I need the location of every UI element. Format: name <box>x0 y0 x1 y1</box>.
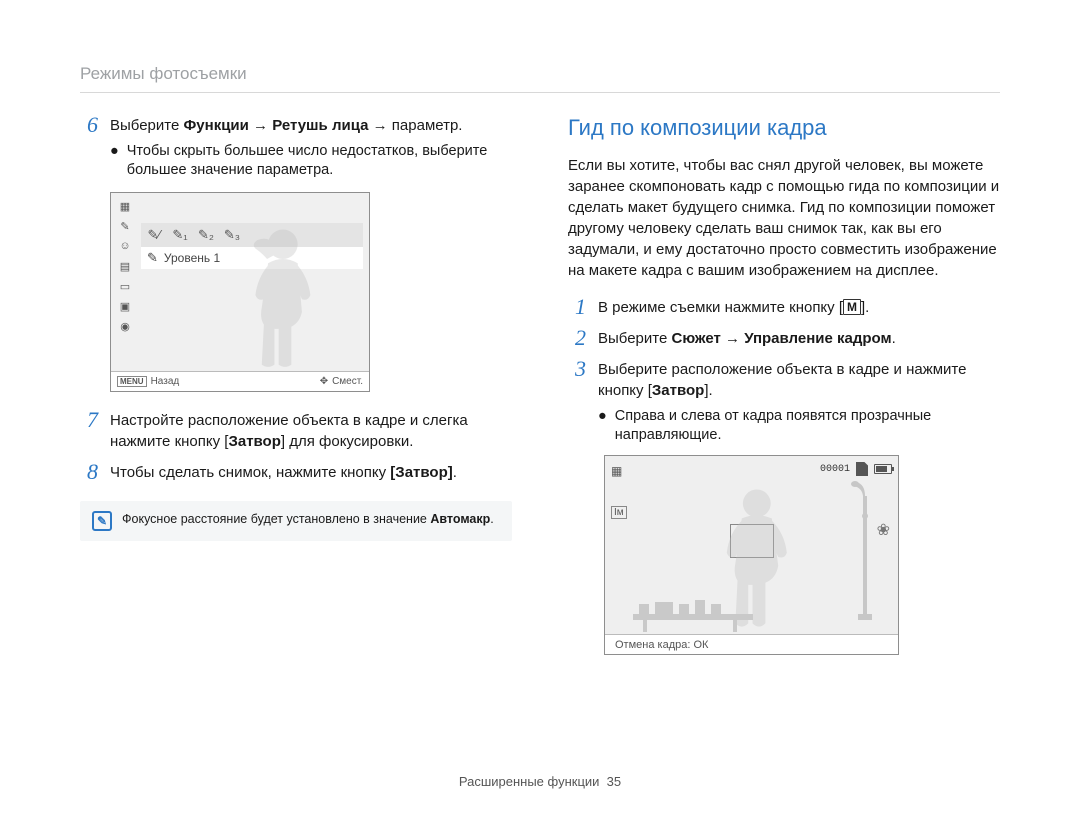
wb-icon: ▭ <box>115 277 135 295</box>
step-number: 6 <box>80 115 98 180</box>
sd-card-icon <box>856 462 868 476</box>
size-icon: Iм <box>611 506 627 519</box>
left-column: 6 Выберите Функции → Ретушь лица → парам… <box>80 115 512 655</box>
menu-move-label: Смест. <box>332 376 363 387</box>
divider <box>80 92 1000 93</box>
step-1: 1 В режиме съемки нажмите кнопку [M]. <box>568 297 1000 318</box>
step-body: Выберите Сюжет → Управление кадром. <box>598 328 1000 349</box>
step-8: 8 Чтобы сделать снимок, нажмите кнопку [… <box>80 462 512 483</box>
text: ]. <box>861 299 869 316</box>
frame-icon: ▣ <box>115 297 135 315</box>
text: Фокусное расстояние будет установлено в … <box>122 512 430 526</box>
brush-off-icon: ✎∕ <box>141 225 167 245</box>
note-text: Фокусное расстояние будет установлено в … <box>122 511 494 527</box>
step-body: Чтобы сделать снимок, нажмите кнопку [За… <box>110 462 512 483</box>
menu-move: ✥ Смест. <box>320 376 363 387</box>
dpad-icon: ✥ <box>320 376 328 387</box>
step-2: 2 Выберите Сюжет → Управление кадром. <box>568 328 1000 349</box>
step-number: 1 <box>568 297 586 318</box>
top-right-status: 00001 <box>820 462 892 476</box>
section-title: Режимы фотосъемки <box>80 64 1000 84</box>
timer-icon: ◉ <box>115 317 135 335</box>
note-box: ✎ Фокусное расстояние будет установлено … <box>80 501 512 541</box>
text: Чтобы сделать снимок, нажмите кнопку <box>110 464 390 481</box>
step-7: 7 Настройте расположение объекта в кадре… <box>80 410 512 452</box>
step-number: 8 <box>80 462 98 483</box>
person-silhouette-icon <box>225 221 345 369</box>
step-body: Настройте расположение объекта в кадре и… <box>110 410 512 452</box>
text: → <box>249 117 272 134</box>
page-number: 35 <box>607 774 621 789</box>
menu-back: MENU Назад <box>117 376 179 387</box>
manual-page: Режимы фотосъемки 6 Выберите Функции → Р… <box>0 0 1080 815</box>
sub-text: Справа и слева от кадра появятся прозрач… <box>615 407 1000 445</box>
camera-lcd-screenshot: ▦ ✎ ☺ ▤ ▭ ▣ ◉ ✎∕ ✎₁ ✎₂ ✎₃ <box>110 192 370 392</box>
battery-icon <box>874 464 892 474</box>
sub-bullet: ● Справа и слева от кадра появятся прозр… <box>598 407 1000 445</box>
lcd-footer-bar: Отмена кадра: ОК <box>605 634 898 654</box>
sub-text: Чтобы скрыть большее число недостатков, … <box>127 142 512 180</box>
text: Выберите <box>110 117 183 134</box>
sub-bullet: ● Чтобы скрыть большее число недостатков… <box>110 142 512 180</box>
right-column: Гид по композиции кадра Если вы хотите, … <box>568 115 1000 655</box>
text: . <box>892 330 896 347</box>
bullet-dot-icon: ● <box>598 407 607 445</box>
frame-counter: 00001 <box>820 464 850 475</box>
step-body: В режиме съемки нажмите кнопку [M]. <box>598 297 1000 318</box>
face-icon: ☺ <box>115 237 135 255</box>
footer-section: Расширенные функции <box>459 774 600 789</box>
text: В режиме съемки нажмите кнопку [ <box>598 299 843 316</box>
page-footer: Расширенные функции 35 <box>0 774 1080 789</box>
step-body: Выберите расположение объекта в кадре и … <box>598 359 1000 445</box>
bold: Автомакр <box>430 512 490 526</box>
scene-mode-icon: ▦ <box>611 464 627 478</box>
level-label: Уровень 1 <box>164 251 220 265</box>
text: → параметр. <box>368 117 462 134</box>
footer-label: Отмена кадра: ОК <box>615 639 708 651</box>
step-number: 3 <box>568 359 586 445</box>
menu-back-label: Назад <box>151 376 180 387</box>
brush-1-icon: ✎₁ <box>167 225 193 245</box>
note-icon: ✎ <box>92 511 112 531</box>
bold: Затвор <box>228 433 280 450</box>
text: . <box>453 464 457 481</box>
two-column-layout: 6 Выберите Функции → Ретушь лица → парам… <box>80 115 1000 655</box>
bold: Управление кадром <box>744 330 891 347</box>
text: → <box>721 330 744 347</box>
step-number: 2 <box>568 328 586 349</box>
bold: Ретушь лица <box>272 117 368 134</box>
mode-button-glyph: M <box>843 299 861 315</box>
bold: Сюжет <box>671 330 720 347</box>
brush-2-icon: ✎₂ <box>193 225 219 245</box>
camera-lcd-screenshot-2: ▦ Iм 00001 ❀ <box>604 455 899 655</box>
step-6: 6 Выберите Функции → Ретушь лица → парам… <box>80 115 512 180</box>
left-icon-column: ▦ ✎ ☺ ▤ ▭ ▣ ◉ <box>115 197 137 335</box>
lcd-menu-bar: MENU Назад ✥ Смест. <box>111 371 369 391</box>
brush-icon: ✎ <box>147 250 158 266</box>
lcd-area: ▦ ✎ ☺ ▤ ▭ ▣ ◉ ✎∕ ✎₁ ✎₂ ✎₃ <box>111 193 369 371</box>
step-number: 7 <box>80 410 98 452</box>
streetlamp-icon <box>850 476 880 626</box>
menu-word-icon: MENU <box>117 376 147 387</box>
text: Выберите <box>598 330 671 347</box>
left-icons: ▦ Iм <box>611 464 627 519</box>
step-body: Выберите Функции → Ретушь лица → парамет… <box>110 115 512 180</box>
bench-icon <box>633 594 793 634</box>
bullet-dot-icon: ● <box>110 142 119 180</box>
lcd-area: ▦ Iм 00001 ❀ <box>605 456 898 634</box>
intro-paragraph: Если вы хотите, чтобы вас снял другой че… <box>568 155 1000 281</box>
bold: [Затвор] <box>390 464 452 481</box>
metering-icon: ▤ <box>115 257 135 275</box>
mode-icon: ▦ <box>115 197 135 215</box>
retouch-icon: ✎ <box>115 217 135 235</box>
bold: Затвор <box>652 382 704 399</box>
bold: Функции <box>183 117 248 134</box>
subsection-heading: Гид по композиции кадра <box>568 115 1000 141</box>
text: . <box>490 512 493 526</box>
step-3: 3 Выберите расположение объекта в кадре … <box>568 359 1000 445</box>
